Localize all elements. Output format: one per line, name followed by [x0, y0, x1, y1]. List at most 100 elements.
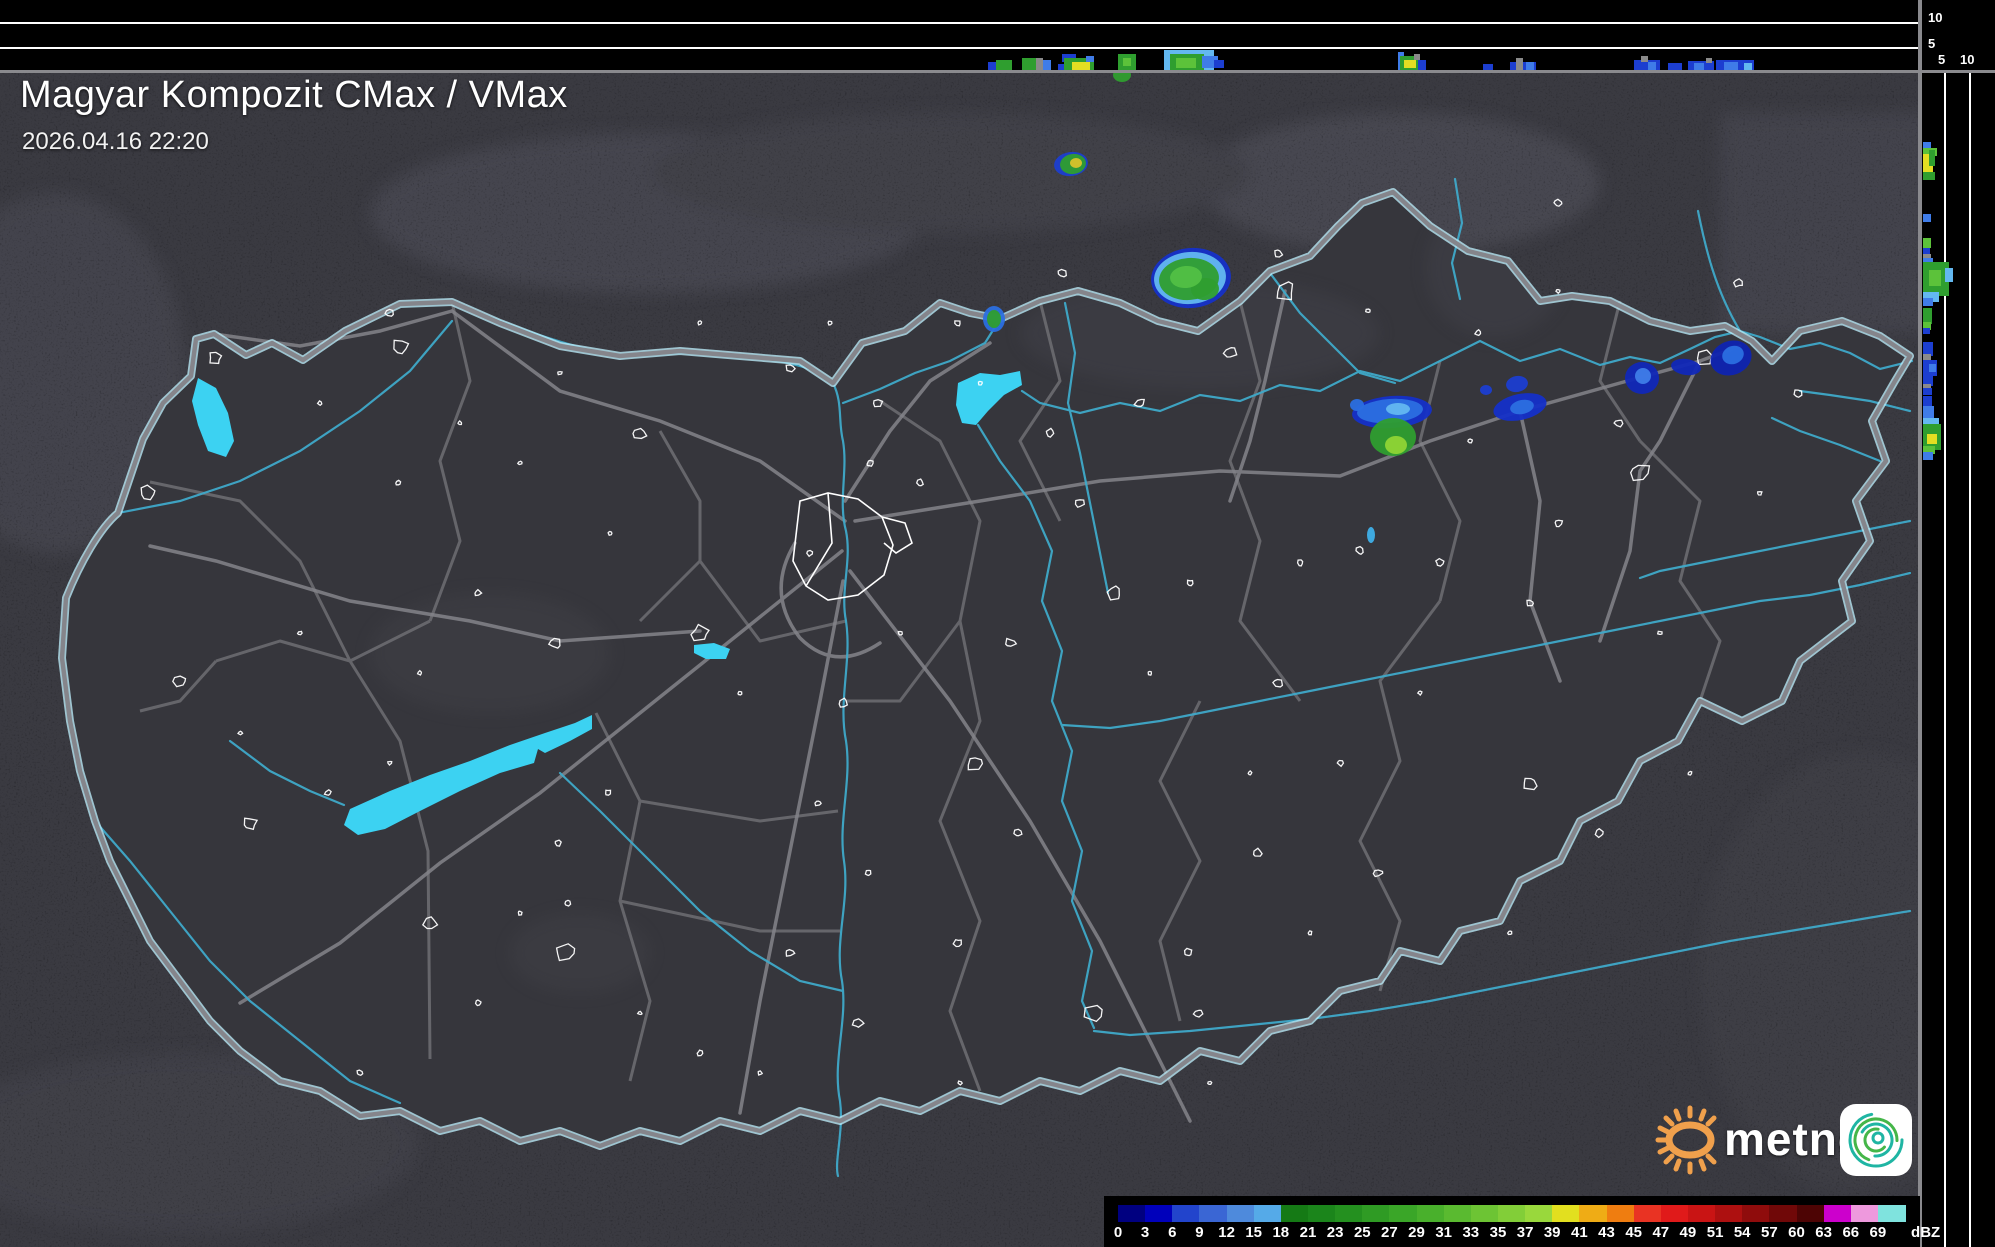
profile-echo-block	[1526, 62, 1534, 70]
hungary-map-svg	[0, 73, 1922, 1247]
profile-echo-block	[1668, 63, 1682, 70]
dbz-colorbar: 0369121518212325272931333537394143454749…	[1104, 1196, 1920, 1247]
colorbar-swatch	[1471, 1205, 1499, 1222]
colorbar-tick: 31	[1435, 1224, 1452, 1241]
colorbar-tick: 33	[1462, 1224, 1479, 1241]
colorbar-tick: 54	[1734, 1224, 1751, 1241]
radar-echo-cell	[1070, 158, 1082, 168]
top-gridline-10km	[0, 22, 1922, 24]
radar-composite-screen: 10 5 5 10	[0, 0, 1995, 1247]
page-title: Magyar Kompozit CMax / VMax	[20, 74, 568, 117]
colorbar-swatch	[1362, 1205, 1390, 1222]
colorbar-tick: 60	[1788, 1224, 1805, 1241]
profile-echo-block	[1923, 328, 1930, 334]
profile-echo-block	[1176, 58, 1196, 68]
profile-echo-block	[1923, 406, 1934, 418]
colorbar-swatch	[1281, 1205, 1309, 1222]
radar-echo-cell	[1635, 368, 1651, 384]
profile-echo-block	[1923, 452, 1933, 460]
profile-echo-block	[1072, 62, 1090, 70]
radar-echo-cell	[1385, 436, 1407, 454]
profile-echo-block	[1923, 238, 1931, 248]
profile-echo-block	[1706, 58, 1712, 63]
colorbar-tick: 6	[1168, 1224, 1176, 1241]
panel-divider-horizontal	[0, 70, 1995, 73]
profile-echo-block	[1694, 63, 1704, 70]
colorbar-unit: dBZ	[1911, 1224, 1940, 1241]
axis-label-10km-top: 10	[1928, 10, 1942, 25]
colorbar-tick: 43	[1598, 1224, 1615, 1241]
colorbar-tick: 51	[1707, 1224, 1724, 1241]
radar-echo-cell	[987, 310, 1001, 328]
colorbar-tick: 12	[1218, 1224, 1235, 1241]
colorbar-tick: 21	[1300, 1224, 1317, 1241]
panel-divider-vertical	[1918, 0, 1922, 1247]
top-gridline-5km	[0, 47, 1922, 49]
colorbar-tick: 23	[1327, 1224, 1344, 1241]
colorbar-tick: 27	[1381, 1224, 1398, 1241]
colorbar-swatch	[1851, 1205, 1879, 1222]
right-gridline-10km	[1969, 73, 1971, 1247]
profile-echo-block	[1929, 150, 1935, 166]
metnet-app-icon	[1840, 1104, 1912, 1176]
axis-label-5km-top: 5	[1928, 36, 1935, 51]
colorbar-swatch	[1308, 1205, 1336, 1222]
colorbar-tick: 37	[1517, 1224, 1534, 1241]
colorbar-swatch	[1607, 1205, 1635, 1222]
colorbar-swatch	[1552, 1205, 1580, 1222]
profile-echo-block	[1123, 58, 1131, 66]
colorbar-swatch	[1742, 1205, 1770, 1222]
profile-echo-block	[1516, 58, 1523, 70]
profile-echo-block	[1086, 56, 1094, 62]
colorbar-swatch	[1254, 1205, 1282, 1222]
profile-echo-block	[1214, 60, 1224, 68]
colorbar-swatch	[1769, 1205, 1797, 1222]
profile-axis-corner: 10 5 5 10	[1922, 0, 1995, 73]
colorbar-tick: 35	[1490, 1224, 1507, 1241]
colorbar-swatch	[1878, 1205, 1906, 1222]
colorbar-swatch	[1797, 1205, 1825, 1222]
colorbar-tick: 15	[1245, 1224, 1262, 1241]
axis-label-10km-right: 10	[1960, 52, 1974, 67]
sun-icon	[1648, 1094, 1728, 1182]
axis-label-5km-right: 5	[1938, 52, 1945, 67]
colorbar-swatch	[1525, 1205, 1553, 1222]
colorbar-tick: 9	[1195, 1224, 1203, 1241]
colorbar-swatch	[1389, 1205, 1417, 1222]
profile-echo-block	[1724, 62, 1738, 70]
colorbar-tick: 39	[1544, 1224, 1561, 1241]
profile-echo-block	[1648, 62, 1656, 70]
colorbar-swatch	[1715, 1205, 1743, 1222]
colorbar-tick: 0	[1114, 1224, 1122, 1241]
profile-echo-block	[996, 60, 1012, 70]
colorbar-tick: 49	[1680, 1224, 1697, 1241]
profile-echo-block	[988, 62, 996, 70]
profile-echo-block	[1929, 364, 1936, 372]
profile-echo-block	[1036, 58, 1043, 70]
colorbar-swatch	[1145, 1205, 1173, 1222]
radar-map	[0, 73, 1922, 1247]
colorbar-swatch	[1634, 1205, 1662, 1222]
metnet-logo: metnet	[1648, 1094, 1918, 1182]
colorbar-tick: 57	[1761, 1224, 1778, 1241]
radar-echo-cell	[1480, 385, 1492, 395]
right-gridline-5km	[1944, 73, 1946, 1247]
colorbar-tick: 45	[1625, 1224, 1642, 1241]
colorbar-swatch	[1417, 1205, 1445, 1222]
profile-echo-block	[1404, 60, 1416, 68]
colorbar-tick: 18	[1272, 1224, 1289, 1241]
radar-echo-cell	[1367, 527, 1375, 543]
profile-echo-block	[1923, 298, 1933, 306]
profile-echo-block	[1923, 172, 1935, 180]
top-profile-panel	[0, 0, 1922, 73]
colorbar-swatch	[1118, 1205, 1146, 1222]
colorbar-swatch	[1227, 1205, 1255, 1222]
colorbar-swatch	[1199, 1205, 1227, 1222]
colorbar-swatch	[1444, 1205, 1472, 1222]
colorbar-swatch	[1498, 1205, 1526, 1222]
cyclone-spiral-icon	[1840, 1104, 1912, 1176]
profile-echo-block	[1641, 56, 1648, 62]
profile-echo-block	[1945, 268, 1953, 282]
colorbar-tick: 25	[1354, 1224, 1371, 1241]
colorbar-tick: 66	[1842, 1224, 1859, 1241]
